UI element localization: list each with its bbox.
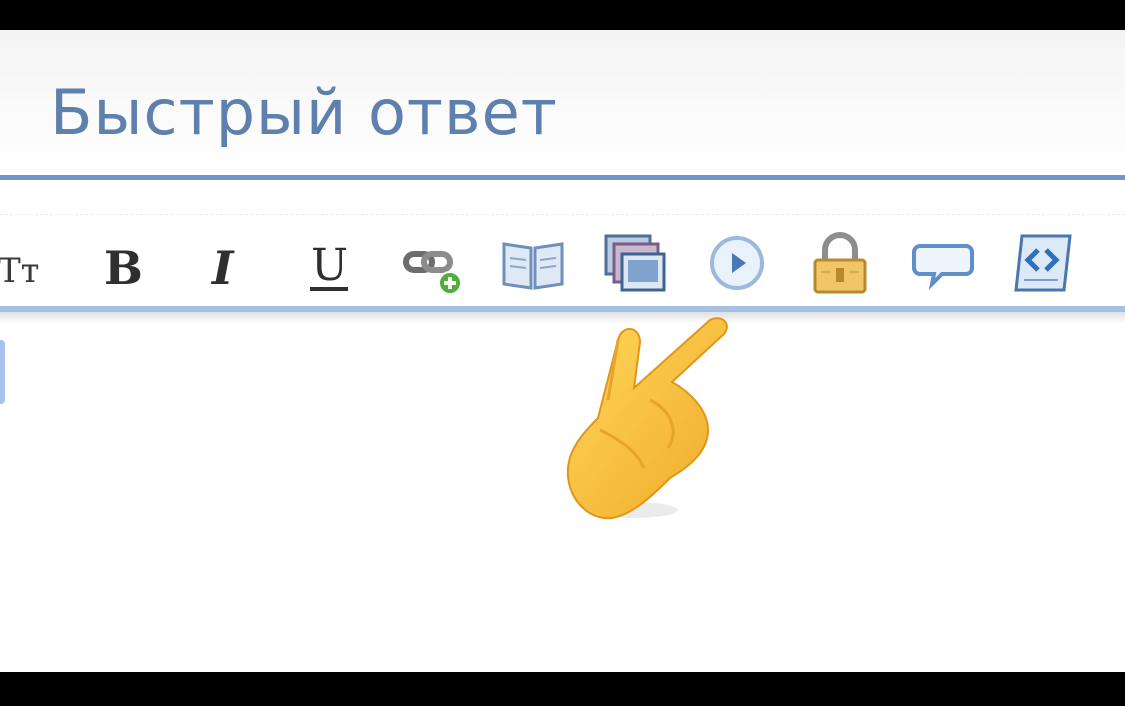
code-scroll-icon — [1014, 234, 1072, 292]
hide-button[interactable] — [805, 228, 875, 298]
bottom-letterbox — [0, 672, 1125, 706]
play-icon — [710, 236, 764, 290]
quote-button[interactable] — [908, 228, 978, 298]
bold-button[interactable]: B — [90, 228, 160, 298]
page-title: Быстрый ответ — [50, 76, 558, 149]
media-button[interactable] — [702, 228, 772, 298]
link-add-icon — [403, 251, 462, 295]
editor-resize-handle[interactable] — [0, 340, 5, 404]
image-gallery-icon — [604, 234, 666, 292]
underline-label: U — [311, 240, 348, 291]
pointing-hand-emoji — [560, 300, 740, 530]
underline-button[interactable]: U — [295, 228, 365, 298]
book-button[interactable] — [498, 228, 568, 298]
italic-button[interactable]: I — [194, 228, 264, 298]
speech-bubble-icon — [912, 244, 974, 291]
code-button[interactable] — [1008, 228, 1078, 298]
title-divider — [0, 175, 1125, 180]
italic-icon: I — [210, 241, 235, 295]
gallery-button[interactable] — [600, 228, 670, 298]
italic-label: I — [210, 241, 235, 295]
font-size-button[interactable]: Tт — [0, 228, 62, 298]
open-book-icon — [502, 242, 564, 290]
insert-link-button[interactable] — [396, 228, 466, 298]
bold-icon: B — [104, 241, 143, 295]
font-size-label: Tт — [0, 251, 40, 291]
padlock-icon — [813, 232, 867, 294]
font-size-icon: Tт — [0, 251, 40, 291]
bold-label: B — [104, 241, 143, 295]
underline-icon: U — [310, 240, 348, 291]
